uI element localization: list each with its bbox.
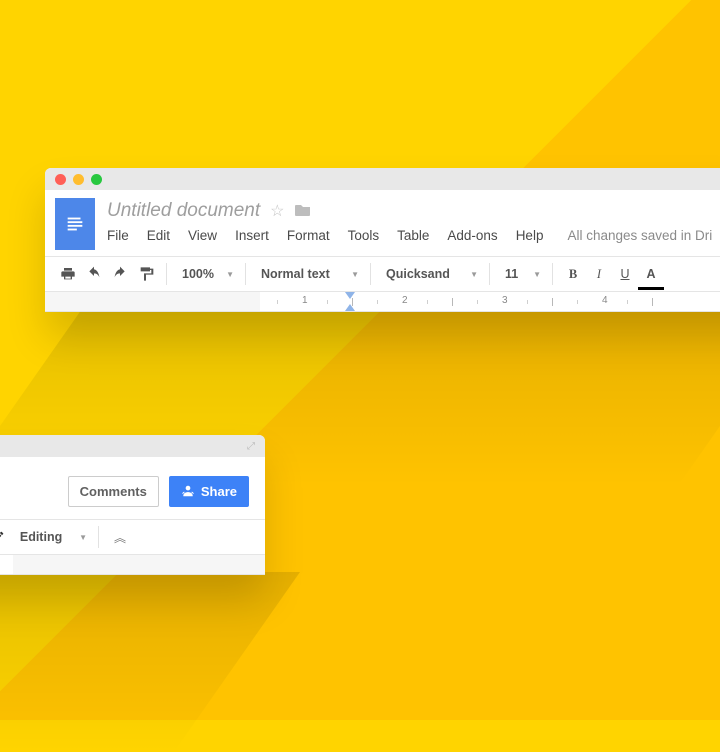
- share-button[interactable]: Share: [169, 476, 249, 507]
- menu-format[interactable]: Format: [287, 228, 330, 243]
- macos-titlebar: ⤢: [0, 435, 265, 457]
- menu-tools[interactable]: Tools: [348, 228, 380, 243]
- collapse-toolbar-button[interactable]: ︽: [106, 524, 132, 550]
- mode-dropdown[interactable]: Editing ▼: [0, 524, 91, 550]
- menu-insert[interactable]: Insert: [235, 228, 269, 243]
- zoom-dropdown[interactable]: 100%▼: [174, 261, 238, 287]
- menu-help[interactable]: Help: [516, 228, 544, 243]
- indent-marker-first-line[interactable]: [345, 292, 355, 299]
- italic-button[interactable]: I: [586, 261, 612, 287]
- menu-view[interactable]: View: [188, 228, 217, 243]
- style-value: Normal text: [261, 267, 330, 281]
- underline-button[interactable]: U: [612, 261, 638, 287]
- menu-file[interactable]: File: [107, 228, 129, 243]
- toolbar-left: 100%▼ Normal text▼ Quicksand▼ 11▼ B I U …: [45, 256, 720, 292]
- star-icon[interactable]: ☆: [270, 201, 284, 221]
- docs-window-left: Untitled document ☆ File Edit View Inser…: [45, 168, 720, 312]
- toolbar-right: A ▼ 123▼ ▼: [0, 519, 265, 555]
- bold-button[interactable]: B: [560, 261, 586, 287]
- print-button[interactable]: [55, 261, 81, 287]
- ruler-right[interactable]: 3 4 5 6: [0, 555, 265, 575]
- menu-edit[interactable]: Edit: [147, 228, 170, 243]
- menu-addons[interactable]: Add-ons: [447, 228, 497, 243]
- expand-icon[interactable]: ⤢: [247, 441, 255, 452]
- zoom-value: 100%: [182, 267, 214, 281]
- pencil-icon: [0, 530, 5, 544]
- size-value: 11: [505, 267, 518, 281]
- document-lines-icon: [64, 213, 86, 235]
- indent-marker-left[interactable]: [345, 304, 355, 311]
- paragraph-style-dropdown[interactable]: Normal text▼: [253, 261, 363, 287]
- comments-button[interactable]: Comments: [68, 476, 159, 507]
- font-value: Quicksand: [386, 267, 450, 281]
- document-title[interactable]: Untitled document: [107, 200, 260, 222]
- window-zoom-button[interactable]: [91, 174, 102, 185]
- window-close-button[interactable]: [55, 174, 66, 185]
- redo-button[interactable]: [107, 261, 133, 287]
- undo-button[interactable]: [81, 261, 107, 287]
- folder-icon[interactable]: [295, 203, 311, 220]
- docs-app-icon[interactable]: [55, 198, 95, 250]
- window-minimize-button[interactable]: [73, 174, 84, 185]
- menu-table[interactable]: Table: [397, 228, 429, 243]
- ruler-left[interactable]: 1 2 3 4: [45, 292, 720, 312]
- docs-window-right: ⤢ ive Comments Share A: [0, 435, 265, 575]
- paint-format-button[interactable]: [133, 261, 159, 287]
- save-status: All changes saved in Dri: [561, 228, 712, 243]
- macos-titlebar: [45, 168, 720, 190]
- text-color-button[interactable]: A: [638, 261, 664, 287]
- font-dropdown[interactable]: Quicksand▼: [378, 261, 482, 287]
- font-size-dropdown[interactable]: 11▼: [497, 261, 545, 287]
- share-person-icon: [181, 484, 195, 498]
